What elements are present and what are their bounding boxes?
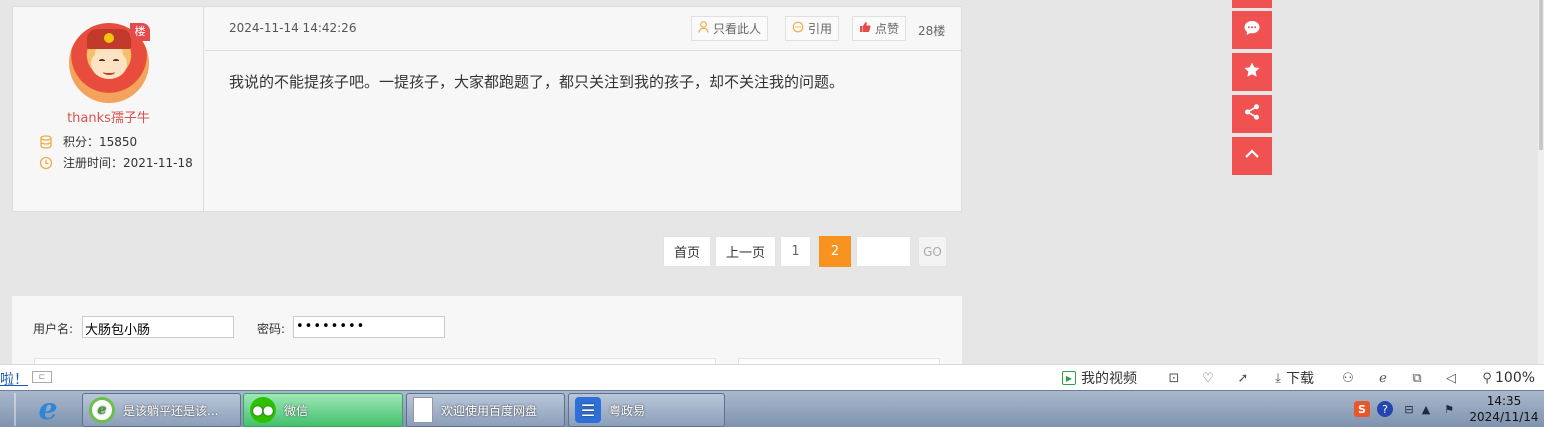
- points-value: 15850: [99, 134, 138, 149]
- clock-time: 14:35: [1486, 394, 1522, 408]
- taskbar-item-yuezhengyi[interactable]: ☰ 粤政易: [568, 393, 725, 427]
- author-username[interactable]: thanks孺子牛: [13, 107, 204, 126]
- image-tool-button[interactable]: ⊡: [1166, 368, 1182, 388]
- first-page-button[interactable]: 首页: [663, 236, 711, 267]
- share-icon: [1243, 103, 1261, 125]
- image-icon: ⊡: [1168, 370, 1180, 386]
- clock-date: 2024/11/14: [1469, 410, 1539, 424]
- browser-status-bar: 啦！ ⊏ ▶ 我的视频 ⊡ ♡ ➚ ⤓ 下载 ⚇ ℯ ⧉ ◁ ⚲ 100%: [0, 364, 1544, 390]
- speaker-icon: ◁: [1446, 370, 1456, 386]
- quote-label: 引用: [808, 22, 833, 36]
- status-page-icon: ⊏: [32, 371, 52, 383]
- volume-button[interactable]: ◁: [1443, 368, 1459, 388]
- chevron-up-icon: [1243, 145, 1261, 167]
- document-icon: [413, 397, 433, 423]
- taskbar-item-label: 是该躺平还是该...: [123, 403, 219, 418]
- points-label: 积分：: [63, 135, 100, 149]
- only-author-button[interactable]: 只看此人: [691, 16, 769, 41]
- quote-button[interactable]: 引用: [785, 16, 840, 41]
- favorite-float-button[interactable]: [1232, 53, 1272, 91]
- status-link-text[interactable]: 啦！: [0, 369, 28, 389]
- avatar-eye: [99, 59, 105, 62]
- avatar-mouth: [103, 69, 115, 75]
- heart-pulse-icon: ♡: [1202, 370, 1214, 386]
- zoom-level: 100%: [1495, 370, 1536, 386]
- magnifier-icon: ⚲: [1482, 370, 1492, 386]
- post-content: 我说的不能提孩子吧。一提孩子，大家都跑题了，都只关注到我的孩子，却不关注我的问题…: [229, 73, 845, 91]
- rocket-icon: ➚: [1237, 370, 1249, 386]
- help-icon[interactable]: ?: [1377, 401, 1393, 417]
- star-icon: [1243, 61, 1261, 83]
- comment-float-button[interactable]: [1232, 11, 1272, 49]
- avatar-eye: [113, 59, 119, 62]
- wechat-icon: ●●: [250, 397, 276, 423]
- speedup-tool-button[interactable]: ➚: [1235, 368, 1251, 388]
- download-label: 下载: [1286, 371, 1314, 387]
- post-timestamp: 2024-11-14 14:42:26: [229, 21, 357, 35]
- download-button[interactable]: ⤓ 下载: [1270, 368, 1314, 388]
- avatar-hat: [87, 29, 131, 49]
- taskbar-clock[interactable]: 14:35 2024/11/14: [1468, 393, 1540, 425]
- like-button[interactable]: 点赞: [852, 16, 907, 41]
- taskbar-item-browser[interactable]: e 是该躺平还是该...: [82, 393, 241, 427]
- floor-badge: 楼: [130, 23, 150, 41]
- taskbar-item-label: 微信: [284, 403, 309, 418]
- taskbar-item-label: 粤政易: [609, 403, 646, 418]
- show-hidden-icons-icon[interactable]: ▲: [1418, 401, 1434, 417]
- network-icon[interactable]: ⊟: [1401, 401, 1417, 417]
- coins-icon: [39, 134, 53, 149]
- prev-page-button[interactable]: 上一页: [715, 236, 776, 267]
- post-card: 楼 thanks孺子牛 积分： 15850 注册时间： 2021-11-18 2…: [12, 6, 962, 212]
- yuezhengyi-icon: ☰: [575, 397, 601, 423]
- ie-browser-icon: e: [89, 397, 115, 423]
- like-label: 点赞: [875, 22, 900, 36]
- zoom-control[interactable]: ⚲ 100%: [1479, 368, 1535, 388]
- page-jump-input[interactable]: [856, 236, 911, 267]
- author-panel: 楼 thanks孺子牛 积分： 15850 注册时间： 2021-11-18: [13, 7, 204, 211]
- window-icon: ⧉: [1412, 370, 1422, 386]
- author-points: 积分： 15850: [39, 133, 137, 150]
- comment-icon: [1243, 19, 1261, 41]
- health-tool-button[interactable]: ♡: [1200, 368, 1216, 388]
- back-to-top-button[interactable]: [1232, 137, 1272, 175]
- my-video-button[interactable]: ▶ 我的视频: [1062, 368, 1137, 388]
- taskbar-item-wechat[interactable]: ●● 微信: [243, 393, 403, 427]
- quote-bubble-icon: [792, 21, 804, 36]
- taskbar-item-baidu-netdisk[interactable]: 欢迎使用百度网盘: [406, 393, 565, 427]
- ie-quicklaunch-icon[interactable]: e: [30, 392, 66, 427]
- window-tool-button[interactable]: ⧉: [1409, 368, 1425, 388]
- register-value: 2021-11-18: [123, 155, 193, 170]
- floor-number: 28楼: [918, 24, 946, 38]
- taskbar-item-label: 欢迎使用百度网盘: [441, 403, 538, 418]
- clock-icon: [39, 156, 53, 170]
- post-header: 2024-11-14 14:42:26 只看此人 引用 点赞 28楼: [205, 7, 961, 51]
- ie-mode-icon: ℯ: [1379, 370, 1387, 386]
- incognito-tool-button[interactable]: ⚇: [1340, 368, 1356, 388]
- my-video-label: 我的视频: [1081, 371, 1137, 387]
- windows-taskbar: e e 是该躺平还是该... ●● 微信 欢迎使用百度网盘 ☰ 粤政易 S ? …: [0, 390, 1544, 427]
- action-center-icon[interactable]: ⚑: [1441, 401, 1457, 417]
- download-icon: ⤓: [1275, 370, 1281, 386]
- scrollbar-thumb[interactable]: [1539, 0, 1543, 150]
- float-button-top[interactable]: [1232, 0, 1272, 8]
- ie-mode-button[interactable]: ℯ: [1375, 368, 1391, 388]
- go-button[interactable]: GO: [918, 236, 947, 267]
- password-input[interactable]: ••••••••: [293, 316, 445, 338]
- page-1-button[interactable]: 1: [780, 236, 811, 267]
- sogou-input-icon[interactable]: S: [1354, 401, 1370, 417]
- register-label: 注册时间：: [63, 156, 124, 170]
- user-icon: [698, 21, 709, 36]
- only-author-label: 只看此人: [713, 22, 762, 36]
- page-2-button-current[interactable]: 2: [819, 236, 851, 267]
- taskbar-divider: [14, 393, 16, 426]
- thumbs-up-icon: [859, 21, 871, 36]
- share-float-button[interactable]: [1232, 95, 1272, 133]
- username-input[interactable]: 大肠包小肠: [82, 316, 234, 338]
- password-label: 密码:: [257, 322, 286, 336]
- author-register-date: 注册时间： 2021-11-18: [39, 154, 193, 171]
- username-label: 用户名:: [33, 322, 74, 336]
- incognito-icon: ⚇: [1342, 370, 1354, 386]
- video-play-icon: ▶: [1062, 371, 1076, 385]
